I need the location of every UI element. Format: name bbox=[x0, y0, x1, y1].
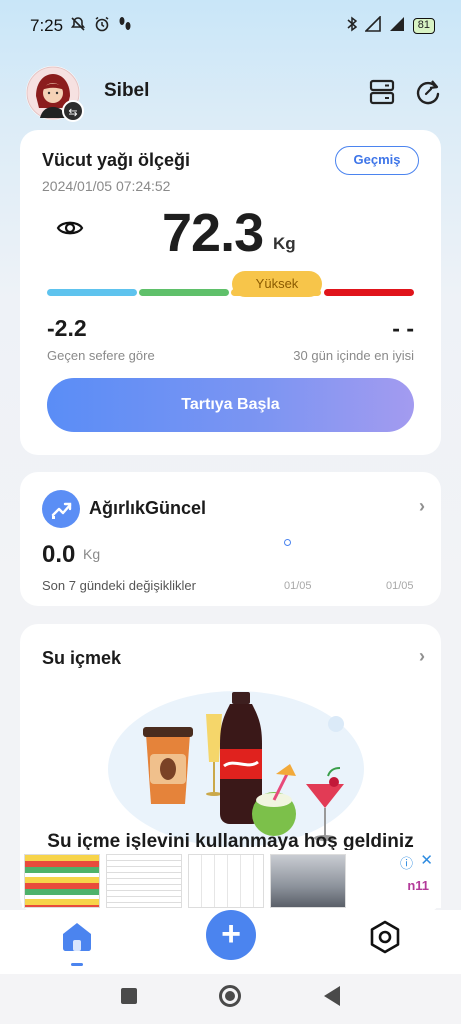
ad-thumbnail[interactable] bbox=[188, 854, 264, 908]
chevron-right-icon[interactable]: › bbox=[419, 646, 425, 667]
status-left-icons bbox=[70, 16, 132, 35]
bottom-navigation: + bbox=[0, 910, 461, 974]
weight-change-caption: Son 7 gündeki değişiklikler bbox=[42, 578, 196, 593]
home-button[interactable] bbox=[219, 985, 241, 1007]
active-tab-indicator bbox=[71, 963, 83, 966]
avatar[interactable]: ⇆ bbox=[26, 66, 84, 122]
status-right-icons: 81 bbox=[347, 15, 435, 35]
weight-card-title: AğırlıkGüncel bbox=[89, 498, 207, 518]
drinks-illustration bbox=[108, 691, 364, 847]
level-badge: Yüksek bbox=[232, 271, 322, 297]
chevron-right-icon[interactable]: › bbox=[419, 496, 425, 517]
switch-user-icon[interactable]: ⇆ bbox=[62, 100, 84, 122]
ad-thumbnail[interactable] bbox=[106, 854, 182, 908]
chart-date-start: 01/05 bbox=[284, 580, 312, 592]
level-bar-very-high bbox=[324, 289, 414, 296]
walk-icon bbox=[118, 16, 132, 35]
user-name[interactable]: Sibel bbox=[104, 80, 149, 102]
weight-change-value: 0.0 bbox=[42, 541, 76, 568]
recent-apps-button[interactable] bbox=[121, 988, 137, 1004]
eye-icon[interactable] bbox=[56, 218, 84, 238]
ad-thumbnail[interactable] bbox=[270, 854, 346, 908]
chart-date-end: 01/05 bbox=[386, 580, 414, 592]
best-value: - - bbox=[392, 315, 414, 341]
status-time: 7:25 bbox=[30, 16, 64, 35]
history-button[interactable]: Geçmiş bbox=[335, 146, 419, 175]
level-bar-normal bbox=[139, 289, 229, 296]
settings-icon[interactable] bbox=[368, 920, 402, 954]
close-icon[interactable]: ✕ bbox=[420, 851, 433, 869]
measurement-datetime: 2024/01/05 07:24:52 bbox=[42, 178, 171, 194]
ad-thumbnail[interactable] bbox=[24, 854, 100, 908]
best-label: 30 gün içinde en iyisi bbox=[293, 348, 414, 363]
device-list-icon[interactable] bbox=[368, 78, 396, 106]
notifications-off-icon bbox=[70, 16, 86, 35]
weight-trend-card[interactable]: AğırlıkGüncel › 0.0 Kg Son 7 gündeki değ… bbox=[20, 472, 441, 606]
signal-icon bbox=[363, 15, 381, 35]
ad-brand-logo[interactable]: n11 bbox=[407, 878, 429, 893]
add-button[interactable]: + bbox=[206, 910, 256, 960]
sync-icon[interactable] bbox=[414, 78, 442, 106]
back-button[interactable] bbox=[324, 986, 340, 1006]
level-bar-low bbox=[47, 289, 137, 296]
bluetooth-icon bbox=[347, 16, 357, 35]
wifi-icon bbox=[389, 16, 405, 35]
delta-value: -2.2 bbox=[47, 315, 87, 341]
system-navigation-bar bbox=[0, 974, 461, 1024]
home-icon[interactable] bbox=[60, 920, 94, 952]
chart-point bbox=[284, 539, 291, 546]
start-weighing-button[interactable]: Tartıya Başla bbox=[47, 378, 414, 432]
delta-label: Geçen sefere göre bbox=[47, 348, 155, 363]
scale-card-title: Vücut yağı ölçeği bbox=[42, 150, 191, 170]
body-fat-scale-card: Vücut yağı ölçeği 2024/01/05 07:24:52 Ge… bbox=[20, 130, 441, 455]
water-card-title: Su içmek bbox=[42, 648, 122, 668]
weight-change-unit: Kg bbox=[83, 546, 101, 562]
battery-icon: 81 bbox=[412, 17, 435, 34]
alarm-icon bbox=[94, 16, 110, 35]
status-bar: 7:25 81 bbox=[0, 0, 461, 50]
info-icon[interactable]: ⓘ bbox=[400, 853, 413, 872]
ad-banner[interactable]: ⓘ ✕ n11 bbox=[22, 850, 441, 908]
weight-value: 72.3 bbox=[162, 203, 264, 263]
weight-unit: Kg bbox=[273, 234, 296, 253]
trend-up-icon bbox=[42, 490, 80, 528]
